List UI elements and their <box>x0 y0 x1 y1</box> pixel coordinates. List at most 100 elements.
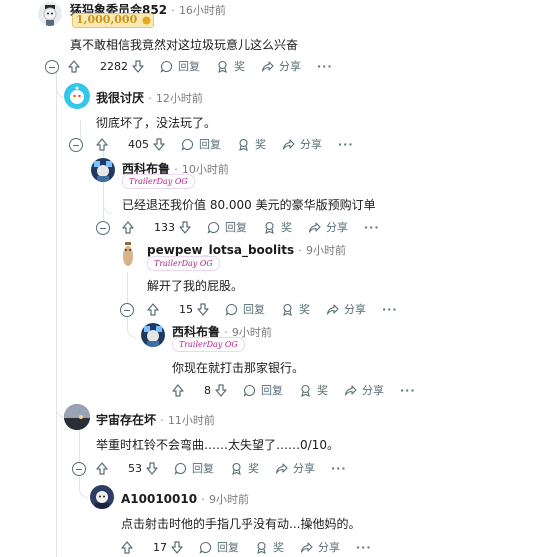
share-label: 分享 <box>318 541 340 554</box>
comment-body: 举重时杠铃不会弯曲……太失望了……0/10。 <box>96 438 339 452</box>
reply-button[interactable]: 回复 <box>174 460 214 476</box>
more-icon[interactable]: ··· <box>356 541 372 554</box>
separator: · <box>201 493 205 506</box>
avatar[interactable] <box>116 240 140 268</box>
comment-author[interactable]: 我很讨厌 · 12小时前 <box>96 89 203 106</box>
downvote-button[interactable] <box>146 461 158 475</box>
comment-body: 真不敢相信我竟然对这垃圾玩意儿这么兴奋 <box>70 38 299 52</box>
comment-body: 解开了我的屁股。 <box>147 279 244 293</box>
separator: · <box>171 4 175 17</box>
comment-body: 已经退还我价值 80.000 美元的豪华版预购订单 <box>122 198 376 212</box>
more-icon[interactable]: ··· <box>400 384 416 397</box>
comment-body: 点击射击时他的手指几乎没有动...操他妈的。 <box>121 517 361 531</box>
downvote-button[interactable] <box>132 59 144 73</box>
upvote-icon <box>68 59 80 73</box>
achievement-badge: 1,000,000 <box>72 13 154 28</box>
upvote-button[interactable] <box>96 137 108 151</box>
avatar[interactable] <box>64 404 90 430</box>
award-button[interactable]: 奖 <box>237 136 266 152</box>
collapse-icon[interactable] <box>72 462 86 476</box>
upvote-button[interactable] <box>96 461 108 475</box>
downvote-button[interactable] <box>153 137 165 151</box>
reply-button[interactable]: 回复 <box>243 382 283 398</box>
reply-button[interactable]: 回复 <box>199 539 239 555</box>
upvote-button[interactable] <box>172 383 184 397</box>
more-icon[interactable]: ··· <box>382 303 398 316</box>
share-icon <box>300 541 313 553</box>
upvote-button[interactable] <box>121 540 133 554</box>
award-icon <box>232 462 241 475</box>
reply-label: 回复 <box>217 541 239 554</box>
reply-button[interactable]: 回复 <box>160 58 200 74</box>
downvote-button[interactable] <box>179 220 191 234</box>
collapse-icon[interactable] <box>120 303 134 317</box>
downvote-button[interactable] <box>197 302 209 316</box>
snoo-avatar-icon <box>70 86 84 104</box>
username[interactable]: 我很讨厌 <box>96 91 144 105</box>
share-icon <box>282 138 295 150</box>
downvote-icon <box>197 302 209 316</box>
award-label: 奖 <box>234 60 245 73</box>
downvote-button[interactable] <box>215 383 227 397</box>
upvote-button[interactable] <box>122 220 134 234</box>
more-icon[interactable]: ··· <box>364 221 380 234</box>
username[interactable]: A10010010 <box>121 492 197 506</box>
share-button[interactable]: 分享 <box>300 539 340 555</box>
username[interactable]: pewpew_lotsa_boolits <box>147 243 294 257</box>
award-button[interactable]: 奖 <box>299 382 328 398</box>
collapse-icon[interactable] <box>45 60 59 74</box>
reply-bubble-icon <box>181 138 194 151</box>
share-button[interactable]: 分享 <box>308 219 348 235</box>
award-button[interactable]: 奖 <box>216 58 245 74</box>
reply-label: 回复 <box>243 303 265 316</box>
avatar[interactable] <box>91 158 115 182</box>
avatar[interactable] <box>90 485 114 509</box>
more-icon[interactable]: ··· <box>331 462 347 475</box>
comment-author[interactable]: A10010010 · 9小时前 <box>121 491 249 507</box>
comment-author[interactable]: 宇宙存在坏 · 11小时前 <box>96 411 215 428</box>
more-icon[interactable]: ··· <box>338 138 354 151</box>
award-icon <box>265 221 274 234</box>
share-button[interactable]: 分享 <box>275 460 315 476</box>
more-icon[interactable]: ··· <box>317 60 333 73</box>
award-icon <box>239 138 248 151</box>
reply-button[interactable]: 回复 <box>225 301 265 317</box>
reply-button[interactable]: 回复 <box>207 219 247 235</box>
username[interactable]: 宇宙存在坏 <box>96 413 156 427</box>
vote-count: 15 <box>179 302 193 316</box>
award-button[interactable]: 奖 <box>255 539 284 555</box>
collapse-icon[interactable] <box>96 221 110 235</box>
thread-curve <box>56 72 65 418</box>
share-button[interactable]: 分享 <box>282 136 322 152</box>
avatar[interactable] <box>64 83 90 109</box>
share-button[interactable]: 分享 <box>326 301 366 317</box>
comment-actions: 15 回复 奖 分享 ··· <box>147 299 414 319</box>
share-icon <box>326 303 339 315</box>
share-button[interactable]: 分享 <box>261 58 301 74</box>
award-icon <box>301 384 310 397</box>
upvote-button[interactable] <box>147 302 159 316</box>
timestamp: 16小时前 <box>178 4 226 17</box>
reply-button[interactable]: 回复 <box>181 136 221 152</box>
vote-count: 2282 <box>100 59 128 73</box>
reply-label: 回复 <box>199 138 221 151</box>
user-flair: TrailerDay OG <box>147 256 220 271</box>
avatar[interactable] <box>141 323 165 347</box>
vote-count: 133 <box>154 220 175 234</box>
avatar[interactable] <box>38 2 62 26</box>
upvote-button[interactable] <box>68 59 80 73</box>
space-avatar-icon <box>64 404 90 430</box>
downvote-button[interactable] <box>171 540 183 554</box>
award-button[interactable]: 奖 <box>230 460 259 476</box>
downvote-icon <box>179 220 191 234</box>
share-icon <box>344 384 357 396</box>
vote-count: 17 <box>153 540 167 554</box>
badge-value: 1,000,000 <box>76 13 138 26</box>
award-button[interactable]: 奖 <box>281 301 310 317</box>
award-label: 奖 <box>299 303 310 316</box>
collapse-icon[interactable] <box>69 138 83 152</box>
snoo-avatar-icon <box>95 491 109 509</box>
comment-actions: 53 回复 奖 分享 ··· <box>96 458 363 478</box>
award-button[interactable]: 奖 <box>263 219 292 235</box>
share-button[interactable]: 分享 <box>344 382 384 398</box>
